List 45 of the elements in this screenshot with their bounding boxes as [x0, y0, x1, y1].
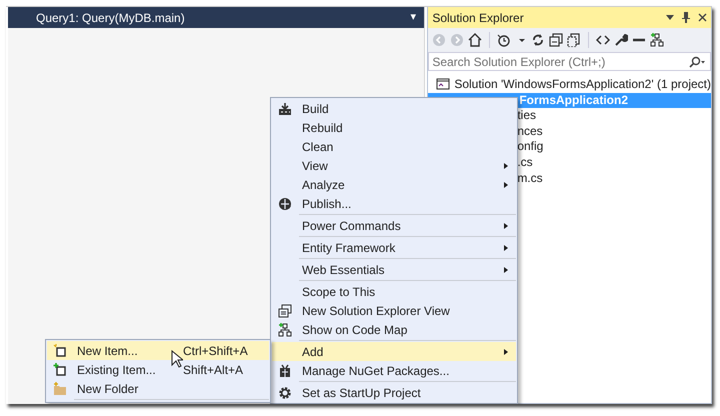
home-icon[interactable]	[468, 33, 482, 47]
menu-item[interactable]: New Folder	[47, 379, 269, 398]
folder-icon	[53, 382, 67, 396]
menu-item[interactable]: Scope to This	[272, 282, 516, 301]
document-tab[interactable]: Query1: Query(MyDB.main) ▾	[8, 7, 424, 28]
menu-item[interactable]: Existing Item... Shift+Alt+A	[47, 360, 269, 379]
solution-icon	[436, 78, 450, 92]
document-tab-title: Query1: Query(MyDB.main)	[36, 10, 185, 26]
code-map-icon	[278, 322, 292, 336]
search-field[interactable]: Search Solution Explorer (Ctrl+;)	[428, 52, 711, 71]
menu-item[interactable]: Show on Code Map	[272, 320, 516, 339]
menu-item[interactable]: Publish...	[272, 194, 516, 213]
menu-item[interactable]: View	[272, 156, 516, 175]
menu-item[interactable]: Set as StartUp Project	[272, 383, 516, 402]
panel-title: Solution Explorer	[432, 10, 525, 26]
build-icon	[278, 102, 292, 116]
dropdown-button[interactable]: ▾	[410, 9, 416, 26]
add-existing-icon	[53, 362, 67, 376]
menu-item[interactable]: Entity Framework	[272, 238, 516, 257]
menu-item[interactable]: Rebuild	[272, 118, 516, 137]
settings-icon	[278, 386, 292, 400]
menu-item[interactable]: Web Essentials	[272, 260, 516, 279]
menu-item[interactable]: Manage NuGet Packages...	[272, 361, 516, 380]
code-map-icon[interactable]	[650, 33, 664, 47]
search-icon[interactable]	[688, 56, 706, 68]
code-icon[interactable]	[596, 33, 610, 47]
menu-item[interactable]: New Solution Explorer View	[272, 301, 516, 320]
menu-item[interactable]: Add	[272, 342, 516, 361]
collapse-icon[interactable]	[549, 33, 564, 47]
clock-icon[interactable]	[497, 33, 512, 47]
windows-icon	[278, 304, 292, 318]
tree-item[interactable]: Solution 'WindowsFormsApplication2' (1 project)	[428, 77, 711, 93]
new-item-icon	[53, 344, 67, 358]
mouse-cursor-icon	[171, 350, 183, 368]
dropdown-icon[interactable]	[666, 15, 674, 20]
show-files-icon[interactable]	[567, 33, 582, 47]
close-icon[interactable]	[698, 13, 707, 22]
menu-item[interactable]: New Item... Ctrl+Shift+A	[47, 341, 269, 360]
wrench-icon[interactable]	[614, 33, 628, 47]
pin-icon[interactable]	[682, 12, 690, 23]
menu-item[interactable]: Clean	[272, 137, 516, 156]
package-icon	[278, 364, 292, 378]
menu-item[interactable]: Analyze	[272, 175, 516, 194]
sync-icon[interactable]	[531, 33, 546, 47]
menu-item[interactable]: Power Commands	[272, 216, 516, 235]
